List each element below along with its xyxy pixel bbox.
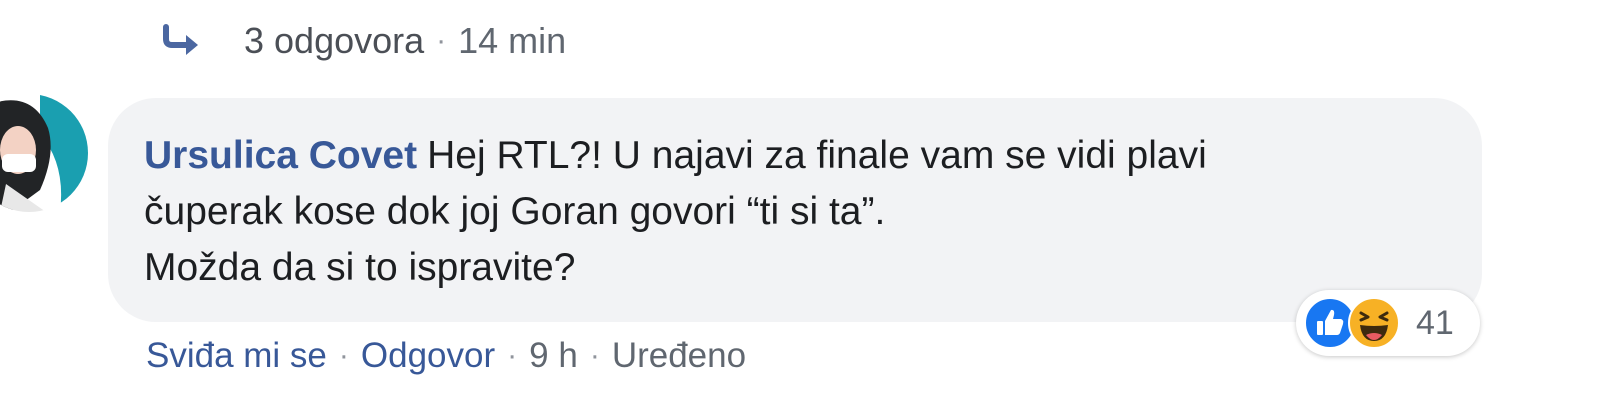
replies-count[interactable]: 3 odgovora	[244, 20, 424, 62]
replies-time: 14 min	[458, 20, 567, 61]
comment-author[interactable]: Ursulica Covet	[144, 134, 417, 177]
comment-text-line-1: Hej RTL?! U najavi za finale vam se vidi…	[427, 134, 1207, 177]
separator-dot: ·	[436, 24, 447, 57]
comment-bubble: Ursulica Covet Hej RTL?! U najavi za fina…	[108, 98, 1482, 322]
comment-thread: 3 odgovora · 14 min Ursulica Covet Hej RT…	[0, 0, 1602, 400]
separator-dot: ·	[589, 339, 600, 372]
reaction-count: 41	[1416, 303, 1454, 342]
like-button[interactable]: Sviđa mi se	[146, 336, 327, 376]
edited-label[interactable]: Uređeno	[612, 336, 746, 376]
separator-dot: ·	[507, 339, 518, 372]
comment-line-1: Ursulica Covet Hej RTL?! U najavi za fina…	[144, 128, 1446, 184]
separator-dot: ·	[338, 339, 349, 372]
comment-text-line-2: čuperak kose dok joj Goran govori “ti si…	[144, 190, 886, 233]
reply-button[interactable]: Odgovor	[361, 336, 495, 376]
comment-text-line-3: Možda da si to ispravite?	[144, 246, 576, 289]
comment-actions: Sviđa mi se · Odgovor · 9 h · Uređeno	[146, 332, 746, 380]
reply-arrow-icon	[160, 23, 204, 59]
haha-icon	[1348, 297, 1400, 349]
reactions-summary[interactable]: 41	[1296, 290, 1480, 356]
comment-timestamp[interactable]: 9 h	[529, 336, 578, 376]
view-replies-link[interactable]: 3 odgovora · 14 min	[160, 14, 566, 68]
user-avatar[interactable]	[0, 94, 88, 212]
